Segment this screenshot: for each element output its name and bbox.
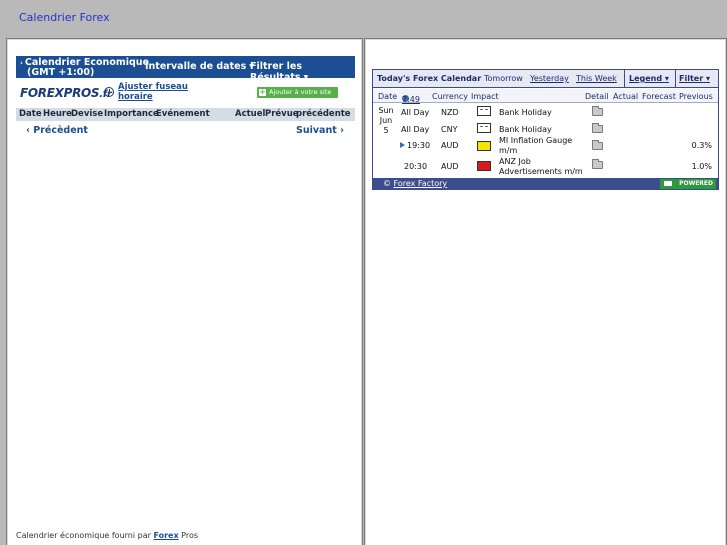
row-time: 20:30 bbox=[404, 162, 428, 171]
tomorrow-link[interactable]: Tomorrow bbox=[484, 74, 523, 83]
forexfactory-panel: Today's Forex Calendar Tomorrow Yesterda… bbox=[364, 38, 727, 545]
chevron-right-icon: › bbox=[340, 125, 344, 136]
previous-label: Précèdent bbox=[33, 125, 88, 136]
impact-low-icon bbox=[477, 106, 491, 116]
col-time: Heure bbox=[43, 109, 72, 119]
powered-badge[interactable]: POWERED bbox=[660, 179, 716, 189]
ff-top-bar: Today's Forex Calendar Tomorrow Yesterda… bbox=[373, 70, 718, 88]
chevron-right-icon: › bbox=[20, 59, 23, 67]
add-to-site-button[interactable]: + Ajouter à votre site bbox=[257, 87, 338, 98]
footer-forex-link[interactable]: Forex bbox=[153, 531, 178, 540]
forexpros-toolbar: › Calendrier Economique (GMT +1:00) Inter… bbox=[16, 56, 355, 83]
forexfactory-calendar: Today's Forex Calendar Tomorrow Yesterda… bbox=[372, 69, 719, 190]
row-currency: AUD bbox=[441, 141, 459, 150]
logo-text: FOREXPROS bbox=[20, 86, 100, 100]
ff-copyright: © Forex Factory bbox=[383, 179, 447, 188]
copyright-symbol: © bbox=[383, 179, 391, 188]
current-time-link: 7:49 bbox=[402, 95, 420, 104]
table-row: 20:30 AUD ANZ Job Advertisements m/m 1.0… bbox=[373, 156, 718, 178]
chevron-left-icon: ‹ bbox=[26, 125, 30, 136]
ff-footer: © Forex Factory POWERED bbox=[373, 178, 718, 190]
caret-down-icon: ▾ bbox=[664, 74, 669, 83]
col-actual: Actuel bbox=[235, 109, 266, 119]
row-time: 19:30 bbox=[400, 141, 430, 150]
this-week-link[interactable]: This Week bbox=[576, 74, 617, 83]
date-day: Sun bbox=[378, 106, 394, 115]
row-event: Bank Holiday bbox=[499, 108, 552, 117]
forexpros-footer: Calendrier économique fourni par Forex P… bbox=[16, 531, 198, 540]
add-to-site-label: Ajouter à votre site bbox=[269, 88, 332, 96]
play-icon bbox=[400, 142, 405, 148]
caret-down-icon: ▾ bbox=[705, 74, 710, 83]
folder-icon[interactable] bbox=[592, 106, 603, 116]
next-label: Suivant bbox=[295, 125, 337, 136]
row-previous: 1.0% bbox=[691, 162, 712, 171]
filter-label: Filter bbox=[679, 74, 704, 83]
legend-menu[interactable]: Legend ▾ bbox=[629, 74, 669, 83]
forex-factory-link[interactable]: Forex Factory bbox=[394, 179, 448, 188]
timezone-label: (GMT +1:00) bbox=[27, 67, 95, 78]
col-date: Date bbox=[378, 92, 398, 101]
row-time: All Day bbox=[401, 108, 430, 117]
forexpros-panel: › Calendrier Economique (GMT +1:00) Inter… bbox=[6, 38, 363, 545]
filter-results-label: Filtrer les Résultats bbox=[250, 61, 303, 83]
row-event: MI Inflation Gauge m/m bbox=[499, 136, 573, 155]
col-actual: Actual bbox=[613, 92, 639, 101]
row-time-value: 19:30 bbox=[407, 141, 431, 150]
divider bbox=[675, 70, 676, 88]
ff-column-header: Date 7:49 Currency Impact Detail Actual … bbox=[373, 89, 718, 104]
impact-medium-icon bbox=[477, 141, 491, 151]
adjust-timezone-link[interactable]: Ajuster fuseau horaire bbox=[118, 82, 198, 102]
filter-menu[interactable]: Filter ▾ bbox=[679, 74, 710, 83]
forexpros-logo[interactable]: FOREXPROS.fr bbox=[20, 86, 112, 100]
footer-text: Calendrier économique fourni par bbox=[16, 531, 151, 540]
row-time: All Day bbox=[401, 125, 430, 134]
ff-title: Today's Forex Calendar bbox=[377, 74, 482, 83]
col-previous: précédente bbox=[296, 109, 351, 119]
folder-icon[interactable] bbox=[592, 140, 603, 150]
yesterday-link[interactable]: Yesterday bbox=[530, 74, 569, 83]
col-currency: Currency bbox=[432, 92, 469, 101]
page-title: Calendrier Forex bbox=[19, 11, 110, 24]
col-detail: Detail bbox=[585, 92, 609, 101]
table-row: Sun Jun 5 All Day NZD Bank Holiday bbox=[373, 104, 718, 135]
calendar-table-header: Date Heure Devise Importance Evénement A… bbox=[16, 108, 355, 121]
row-currency: CNY bbox=[441, 125, 458, 134]
caret-down-icon: ▼ bbox=[303, 74, 309, 81]
next-link[interactable]: Suivant › bbox=[296, 125, 344, 136]
row-event: ANZ Job Advertisements m/m bbox=[499, 157, 583, 176]
impact-high-icon bbox=[477, 161, 491, 171]
row-currency: NZD bbox=[441, 108, 459, 117]
date-range-menu[interactable]: Intervalle de dates ▼ bbox=[145, 61, 254, 72]
filter-results-menu[interactable]: Filtrer les Résultats ▼ bbox=[250, 61, 355, 83]
previous-link[interactable]: ‹ Précèdent bbox=[26, 125, 88, 136]
legend-label: Legend bbox=[629, 74, 663, 83]
clock-icon bbox=[104, 87, 114, 97]
col-forecast: Prévue bbox=[265, 109, 299, 119]
col-forecast: Forecast bbox=[642, 92, 676, 101]
table-row: 19:30 AUD MI Inflation Gauge m/m 0.3% bbox=[373, 136, 718, 156]
page-header: Calendrier Forex bbox=[0, 0, 727, 36]
col-importance: Importance bbox=[104, 109, 159, 119]
impact-low-icon bbox=[477, 123, 491, 133]
col-currency: Devise bbox=[71, 109, 104, 119]
row-currency: AUD bbox=[441, 162, 459, 171]
folder-icon[interactable] bbox=[592, 159, 603, 169]
row-event: Bank Holiday bbox=[499, 125, 552, 134]
date-range-label: Intervalle de dates bbox=[145, 61, 247, 72]
col-date: Date bbox=[19, 109, 42, 119]
folder-icon[interactable] bbox=[592, 123, 603, 133]
footer-pros-text: Pros bbox=[181, 531, 199, 540]
row-previous: 0.3% bbox=[691, 141, 712, 150]
col-previous: Previous bbox=[679, 92, 713, 101]
divider bbox=[624, 70, 625, 88]
col-impact: Impact bbox=[471, 92, 499, 101]
col-event: Evénement bbox=[156, 109, 210, 119]
plus-icon: + bbox=[259, 88, 266, 96]
